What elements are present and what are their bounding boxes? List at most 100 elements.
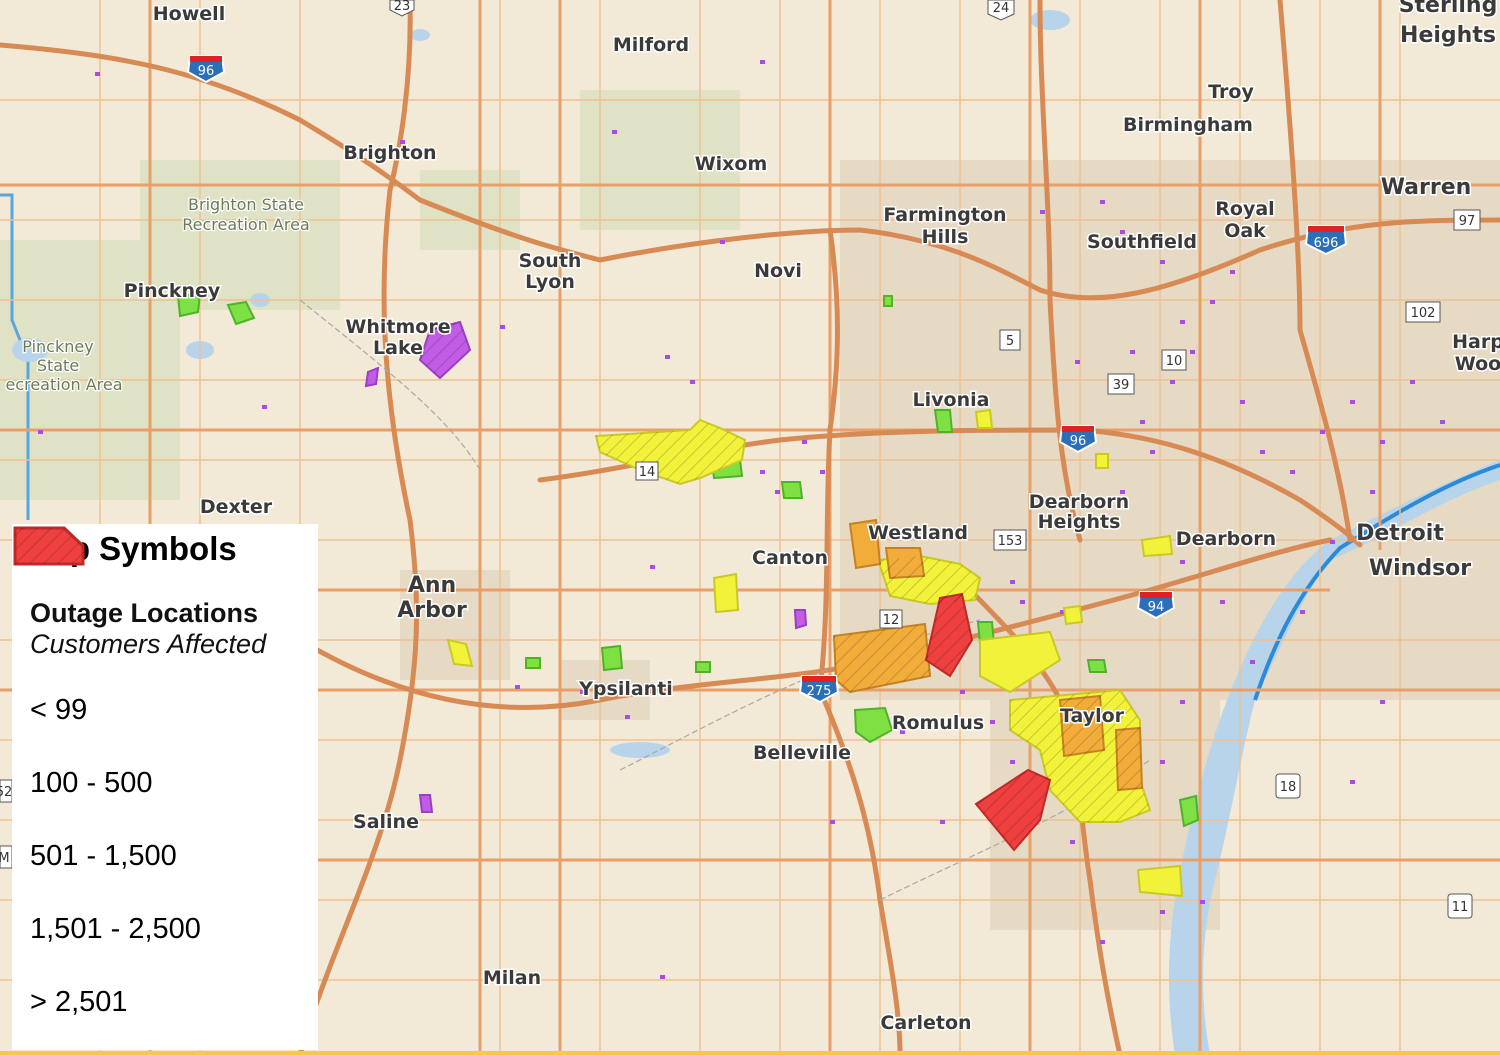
legend-label: 100 - 500	[30, 767, 153, 799]
legend-item-100-500: 100 - 500	[13, 526, 310, 820]
place-label-dearborn-heights-1: Dearborn	[1029, 491, 1129, 513]
county-shield: 11	[1447, 893, 1473, 919]
svg-text:696: 696	[1314, 236, 1339, 251]
legend-label: > 2,501	[30, 986, 128, 1018]
place-label-carleton: Carleton	[880, 1012, 971, 1034]
outage-polygon-saline[interactable]	[418, 794, 434, 813]
place-label-wixom: Wixom	[695, 153, 768, 175]
outage-polygon[interactable]	[974, 408, 994, 429]
place-label-ypsilanti: Ypsilanti	[578, 678, 673, 700]
place-label-south: South	[519, 250, 582, 272]
outage-polygon[interactable]	[1178, 794, 1200, 828]
svg-text:39: 39	[1113, 378, 1130, 393]
svg-text:275: 275	[807, 684, 832, 699]
map-legend: Map Symbols Outage Locations Customers A…	[12, 524, 318, 1050]
place-label-troy: Troy	[1208, 81, 1254, 103]
outage-polygon-small[interactable]	[793, 609, 808, 630]
park-label: Recreation Area	[182, 215, 309, 234]
outage-polygon-dearborn[interactable]	[1140, 534, 1174, 558]
place-label-royal: Royal	[1215, 198, 1274, 220]
place-label-southfield: Southfield	[1087, 231, 1197, 253]
place-label-pinckney: Pinckney	[124, 280, 221, 302]
place-label-ann: Ann	[408, 573, 456, 598]
place-label-dearborn: Dearborn	[1176, 528, 1276, 550]
park-label: Brighton State	[188, 195, 304, 214]
svg-text:M: M	[0, 851, 10, 866]
place-label-milford: Milford	[613, 34, 689, 56]
svg-text:14: 14	[639, 465, 656, 480]
outage-polygon[interactable]	[525, 657, 541, 669]
place-label-saline: Saline	[353, 811, 419, 833]
county-shield: 18	[1275, 773, 1301, 799]
legend-item-lt-99: < 99	[13, 526, 310, 747]
outage-polygon-canton[interactable]	[712, 572, 740, 614]
outage-polygon[interactable]	[600, 644, 624, 672]
svg-text:10: 10	[1166, 354, 1183, 369]
legend-subtitle: Outage Locations	[30, 598, 259, 628]
svg-text:12: 12	[883, 613, 900, 628]
outage-polygon-wyandotte[interactable]	[1136, 864, 1184, 898]
outage-polygon[interactable]	[1062, 604, 1084, 626]
place-label-harp: Harp	[1452, 331, 1500, 353]
svg-text:94: 94	[1148, 600, 1165, 615]
outage-polygon-livonia[interactable]	[933, 409, 954, 433]
place-label-heights: Heights	[1400, 23, 1496, 48]
place-label-oak: Oak	[1224, 220, 1266, 242]
legend-label: 501 - 1,500	[30, 840, 177, 872]
svg-text:102: 102	[1411, 306, 1436, 321]
place-label-farmington: Farmington	[883, 204, 1006, 226]
place-label-lyon: Lyon	[525, 271, 575, 293]
place-label-westland: Westland	[868, 522, 968, 544]
place-label-brighton: Brighton	[343, 142, 436, 164]
place-label-dearborn-heights-2: Heights	[1038, 511, 1121, 533]
outage-polygon[interactable]	[695, 661, 711, 673]
park-label: State	[37, 356, 79, 375]
place-label-taylor: Taylor	[1060, 705, 1125, 727]
map-bottom-border	[0, 1051, 1500, 1055]
place-label-windsor: Windsor	[1369, 556, 1471, 581]
state-shield: 153	[993, 529, 1027, 551]
state-shield: 10	[1161, 349, 1187, 371]
place-label-arbor: Arbor	[397, 598, 467, 623]
state-shield: 12	[879, 609, 903, 629]
outage-polygon[interactable]	[1095, 453, 1109, 469]
svg-text:97: 97	[1459, 214, 1476, 229]
svg-text:18: 18	[1280, 780, 1297, 795]
place-label-warren: Warren	[1381, 175, 1472, 200]
place-label-hills: Hills	[922, 226, 969, 248]
state-shield: 39	[1107, 373, 1135, 395]
outage-polygon[interactable]	[780, 481, 804, 499]
place-label-canton: Canton	[752, 547, 828, 569]
legend-swatch-red	[13, 526, 85, 566]
place-label-belleville: Belleville	[753, 742, 851, 764]
outage-map[interactable]: 96 23 24 696 97 5 10 102 39 96 153 94 14…	[0, 0, 1500, 1055]
place-label-milan: Milan	[483, 967, 541, 989]
svg-text:11: 11	[1452, 900, 1469, 915]
park-label: Pinckney	[22, 337, 93, 356]
edge-shield: M	[0, 845, 13, 869]
place-label-sterling: Sterling	[1399, 0, 1498, 18]
place-label-woo: Woo	[1455, 353, 1500, 375]
legend-label: < 99	[30, 694, 88, 726]
place-label-howell: Howell	[153, 3, 225, 25]
place-label-romulus: Romulus	[892, 712, 984, 734]
legend-item-gt-2501: > 2,501	[13, 526, 310, 1039]
edge-shield: 52	[0, 779, 13, 803]
legend-item-1501-2500: 1,501 - 2,500	[13, 526, 310, 966]
place-label-lake: Lake	[373, 337, 423, 359]
state-shield: 14	[635, 461, 659, 481]
svg-text:23: 23	[394, 0, 411, 14]
legend-item-501-1500: 501 - 1,500	[13, 526, 310, 893]
svg-text:24: 24	[993, 1, 1010, 16]
svg-text:153: 153	[998, 534, 1023, 549]
legend-label: 1,501 - 2,500	[30, 913, 201, 945]
park-label: ecreation Area	[5, 375, 122, 394]
outage-polygon[interactable]	[1086, 659, 1108, 673]
svg-text:52: 52	[0, 785, 12, 800]
legend-subtitle-italic: Customers Affected	[30, 629, 267, 659]
outage-polygon[interactable]	[883, 295, 893, 307]
svg-text:96: 96	[1070, 434, 1087, 449]
place-label-whitmore: Whitmore	[345, 316, 450, 338]
place-label-livonia: Livonia	[913, 389, 990, 411]
state-shield: 102	[1405, 301, 1441, 323]
